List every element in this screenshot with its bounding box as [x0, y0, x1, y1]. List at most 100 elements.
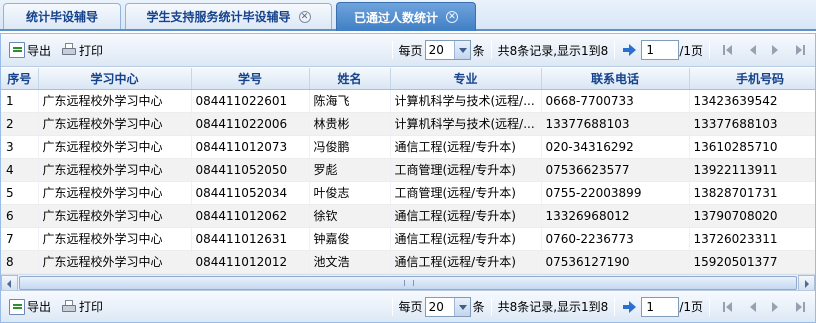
per-page-select[interactable]: 20 — [424, 296, 471, 317]
cell: 13377688103 — [541, 112, 690, 136]
per-page-prefix: 每页 — [398, 300, 423, 314]
per-page-suffix: 条 — [472, 300, 485, 314]
cell: 2 — [1, 112, 39, 136]
print-label: 打印 — [79, 300, 104, 314]
last-page-icon[interactable] — [793, 300, 807, 314]
column-header[interactable]: 序号 — [1, 68, 39, 90]
separator — [391, 297, 393, 316]
per-page-value: 20 — [428, 299, 444, 314]
cell: 冯俊鹏 — [309, 135, 391, 159]
column-header[interactable]: 姓名 — [309, 68, 391, 90]
data-table: 序号 学习中心 学号 姓名 专业 联系电话 手机号码 1 广东远程校外学习中心 … — [1, 68, 815, 274]
next-page-icon[interactable] — [769, 43, 783, 57]
table-row[interactable]: 8 广东远程校外学习中心 084411012012 池文浩 通信工程(远程/专升… — [1, 250, 815, 274]
record-info: 共8条记录,显示1到8 — [497, 43, 609, 58]
cell: 084411012073 — [191, 135, 310, 159]
last-page-icon[interactable] — [793, 43, 807, 57]
table-row[interactable]: 2 广东远程校外学习中心 084411022006 林贵彬 计算机科学与技术(远… — [1, 112, 815, 136]
column-header[interactable]: 联系电话 — [541, 68, 690, 90]
table-row[interactable]: 1 广东远程校外学习中心 084411022601 陈海飞 计算机科学与技术(远… — [1, 89, 815, 113]
page-number-value: 1 — [646, 43, 654, 57]
page-number-input[interactable]: 1 — [641, 40, 680, 60]
table-row[interactable]: 5 广东远程校外学习中心 084411052034 叶俊志 工商管理(远程/专升… — [1, 181, 815, 205]
cell: 广东远程校外学习中心 — [38, 89, 192, 113]
first-page-icon[interactable] — [721, 43, 735, 57]
cell: 13828701731 — [689, 181, 815, 205]
page-number-input[interactable]: 1 — [641, 296, 680, 317]
scroll-right-icon[interactable] — [798, 275, 815, 291]
prev-page-icon[interactable] — [745, 300, 759, 314]
separator — [614, 297, 616, 316]
close-icon[interactable]: ✕ — [446, 11, 458, 23]
tab-label: 已通过人数统计 — [353, 10, 438, 25]
column-header[interactable]: 学习中心 — [38, 68, 192, 90]
print-button[interactable]: 打印 — [59, 40, 105, 60]
cell: 钟嘉俊 — [309, 227, 391, 251]
go-icon[interactable] — [623, 44, 637, 56]
export-button[interactable]: 导出 — [7, 40, 53, 60]
tab-label: 学生支持服务统计毕设辅导 — [146, 10, 291, 24]
first-page-icon[interactable] — [721, 300, 735, 314]
next-page-icon[interactable] — [769, 300, 783, 314]
close-icon[interactable]: ✕ — [298, 10, 311, 23]
cell: 5 — [1, 181, 39, 205]
separator — [709, 41, 710, 59]
table-row[interactable]: 3 广东远程校外学习中心 084411012073 冯俊鹏 通信工程(远程/专升… — [1, 135, 815, 159]
cell: 林贵彬 — [309, 112, 391, 136]
cell: 13726023311 — [689, 227, 815, 251]
horizontal-scrollbar[interactable] — [1, 274, 815, 291]
export-button[interactable]: 导出 — [7, 297, 53, 317]
tab-student-support-stats[interactable]: 学生支持服务统计毕设辅导 ✕ — [125, 3, 332, 29]
cell: 罗彪 — [309, 158, 391, 182]
go-icon[interactable] — [623, 300, 637, 313]
table-row[interactable]: 4 广东远程校外学习中心 084411052050 罗彪 工商管理(远程/专升本… — [1, 158, 815, 182]
cell: 13326968012 — [541, 204, 690, 228]
cell: 广东远程校外学习中心 — [38, 112, 192, 136]
column-header[interactable]: 手机号码 — [689, 68, 815, 90]
cell: 07536127190 — [541, 250, 690, 274]
cell: 084411012012 — [191, 250, 310, 274]
table-row[interactable]: 6 广东远程校外学习中心 084411012062 徐钦 通信工程(远程/专升本… — [1, 204, 815, 228]
per-page-value: 20 — [428, 43, 444, 57]
dropdown-arrow-icon[interactable] — [453, 41, 470, 59]
cell: 通信工程(远程/专升本) — [390, 250, 542, 274]
scroll-left-icon[interactable] — [1, 275, 18, 291]
tab-thesis-guidance-stats[interactable]: 统计毕设辅导 — [3, 3, 121, 29]
table-row[interactable]: 7 广东远程校外学习中心 084411012631 钟嘉俊 通信工程(远程/专升… — [1, 227, 815, 251]
scrollbar-thumb[interactable] — [19, 276, 797, 290]
tab-passed-count-stats[interactable]: 已通过人数统计 ✕ — [336, 2, 476, 31]
separator — [490, 297, 492, 316]
grid-panel: 导出 打印 每页 20 条 共8条记录,显示1到8 1 /1页 序号 学习中心 … — [0, 33, 816, 323]
data-grid: 序号 学习中心 学号 姓名 专业 联系电话 手机号码 1 广东远程校外学习中心 … — [1, 68, 815, 274]
cell: 工商管理(远程/专升本) — [390, 181, 542, 205]
per-page-suffix: 条 — [472, 43, 485, 58]
print-button[interactable]: 打印 — [59, 297, 105, 317]
cell: 1 — [1, 89, 39, 113]
page-total: /1页 — [679, 300, 703, 314]
cell: 计算机科学与技术(远程/... — [390, 89, 542, 113]
cell: 084411022006 — [191, 112, 310, 136]
cell: 通信工程(远程/专升本) — [390, 204, 542, 228]
cell: 084411012062 — [191, 204, 310, 228]
print-icon — [61, 299, 77, 315]
separator — [490, 41, 492, 59]
cell: 0668-7700733 — [541, 89, 690, 113]
cell: 4 — [1, 158, 39, 182]
cell: 13610285710 — [689, 135, 815, 159]
prev-page-icon[interactable] — [745, 43, 759, 57]
per-page-select[interactable]: 20 — [424, 40, 471, 60]
cell: 3 — [1, 135, 39, 159]
cell: 7 — [1, 227, 39, 251]
cell: 计算机科学与技术(远程/... — [390, 112, 542, 136]
top-toolbar: 导出 打印 每页 20 条 共8条记录,显示1到8 1 /1页 — [1, 34, 815, 67]
column-header[interactable]: 学号 — [191, 68, 310, 90]
page-number-value: 1 — [646, 299, 654, 314]
cell: 0755-22003899 — [541, 181, 690, 205]
cell: 07536623577 — [541, 158, 690, 182]
cell: 广东远程校外学习中心 — [38, 227, 192, 251]
dropdown-arrow-icon[interactable] — [453, 297, 470, 316]
cell: 广东远程校外学习中心 — [38, 250, 192, 274]
cell: 广东远程校外学习中心 — [38, 158, 192, 182]
column-header[interactable]: 专业 — [390, 68, 542, 90]
cell: 通信工程(远程/专升本) — [390, 227, 542, 251]
